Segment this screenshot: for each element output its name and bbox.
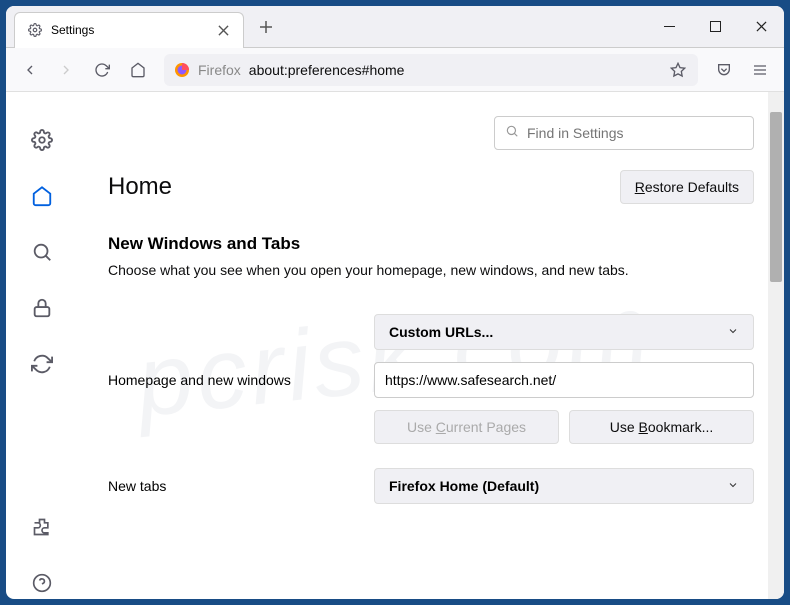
use-current-pages-button[interactable]: Use Current Pages xyxy=(374,410,559,444)
scrollbar-thumb[interactable] xyxy=(770,112,782,282)
url-path: about:preferences#home xyxy=(249,62,405,78)
close-tab-icon[interactable] xyxy=(215,22,231,38)
firefox-icon xyxy=(174,62,190,78)
settings-search[interactable] xyxy=(494,116,754,150)
window-controls xyxy=(646,6,784,48)
page-title: Home xyxy=(108,173,172,201)
scrollbar[interactable] xyxy=(768,92,784,599)
sidebar-search[interactable] xyxy=(26,236,58,268)
sidebar-general[interactable] xyxy=(26,124,58,156)
url-prefix: Firefox xyxy=(198,62,241,78)
section-title: New Windows and Tabs xyxy=(108,234,754,254)
nav-toolbar: Firefox about:preferences#home xyxy=(6,48,784,92)
tab-title: Settings xyxy=(51,23,207,37)
chevron-down-icon xyxy=(727,478,739,494)
menu-icon[interactable] xyxy=(744,54,776,86)
sidebar-home[interactable] xyxy=(26,180,58,212)
gear-icon xyxy=(27,22,43,38)
sidebar xyxy=(6,92,78,599)
newtabs-label: New tabs xyxy=(108,478,358,494)
search-icon xyxy=(505,124,519,143)
back-button[interactable] xyxy=(14,54,46,86)
chevron-down-icon xyxy=(727,324,739,340)
sidebar-privacy[interactable] xyxy=(26,292,58,324)
new-tab-button[interactable] xyxy=(252,13,280,41)
minimize-button[interactable] xyxy=(646,6,692,48)
use-bookmark-button[interactable]: Use Bookmark... xyxy=(569,410,754,444)
browser-tab[interactable]: Settings xyxy=(14,12,244,48)
newtabs-select[interactable]: Firefox Home (Default) xyxy=(374,468,754,504)
url-bar[interactable]: Firefox about:preferences#home xyxy=(164,54,698,86)
bookmark-star-icon[interactable] xyxy=(668,60,688,80)
maximize-button[interactable] xyxy=(692,6,738,48)
titlebar: Settings xyxy=(6,6,784,48)
sidebar-extensions[interactable] xyxy=(26,511,58,543)
restore-defaults-button[interactable]: Restore Defaults xyxy=(620,170,754,204)
sidebar-help[interactable] xyxy=(26,567,58,599)
settings-search-input[interactable] xyxy=(527,125,743,141)
reload-button[interactable] xyxy=(86,54,118,86)
homepage-mode-select[interactable]: Custom URLs... xyxy=(374,314,754,350)
select-value: Firefox Home (Default) xyxy=(389,478,539,494)
homepage-label: Homepage and new windows xyxy=(108,372,358,388)
main-pane: Home Restore Defaults New Windows and Ta… xyxy=(78,92,784,599)
home-button[interactable] xyxy=(122,54,154,86)
pocket-icon[interactable] xyxy=(708,54,740,86)
section-desc: Choose what you see when you open your h… xyxy=(108,262,754,278)
sidebar-sync[interactable] xyxy=(26,348,58,380)
homepage-url-input[interactable] xyxy=(374,362,754,398)
forward-button[interactable] xyxy=(50,54,82,86)
close-window-button[interactable] xyxy=(738,6,784,48)
select-value: Custom URLs... xyxy=(389,324,493,340)
